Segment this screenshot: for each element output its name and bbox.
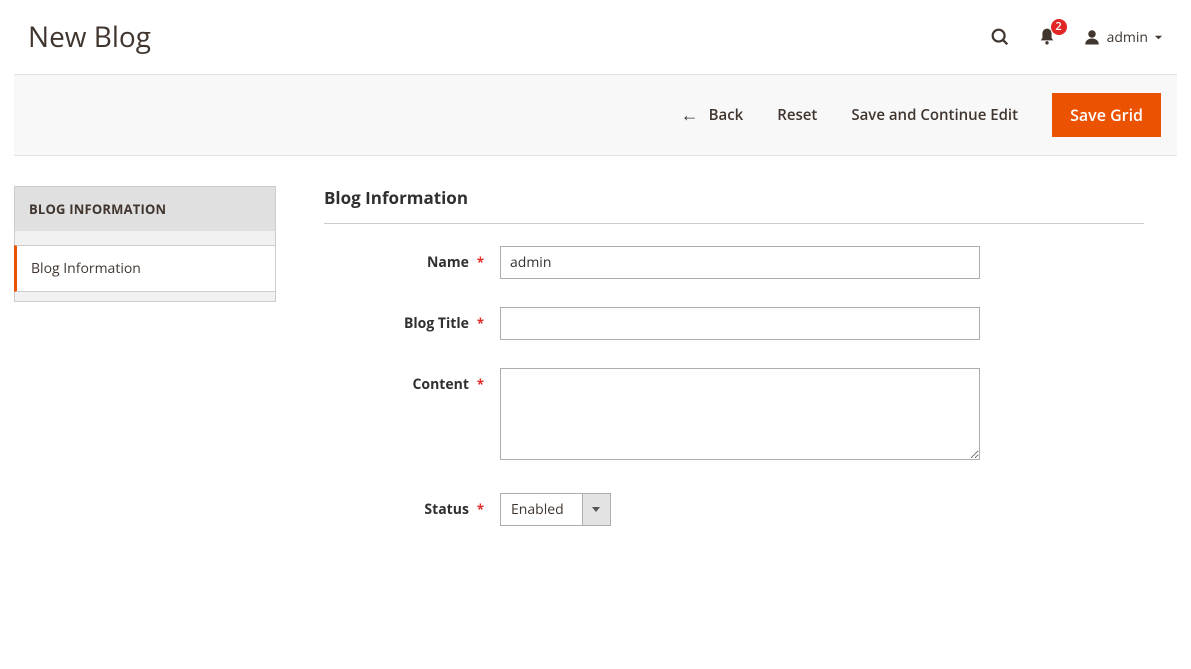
save-continue-button[interactable]: Save and Continue Edit — [851, 105, 1018, 125]
content-area: BLOG INFORMATION Blog Information Blog I… — [0, 156, 1191, 594]
side-tab-footer — [14, 292, 276, 302]
side-tab-divider — [14, 231, 276, 245]
section-title: Blog Information — [324, 186, 1144, 224]
reset-button[interactable]: Reset — [777, 105, 817, 125]
required-mark: * — [477, 375, 484, 393]
required-mark: * — [477, 314, 484, 332]
page-title: New Blog — [28, 18, 151, 56]
actions-toolbar: Back Reset Save and Continue Edit Save G… — [14, 74, 1177, 156]
chevron-down-icon — [582, 494, 610, 525]
field-row-content: Content* — [324, 368, 1144, 465]
field-row-name: Name* — [324, 246, 1144, 279]
header-tools: 2 admin — [989, 26, 1163, 48]
back-button[interactable]: Back — [681, 103, 744, 127]
side-tab-label: Blog Information — [31, 259, 141, 278]
field-label: Blog Title* — [324, 307, 484, 333]
user-icon — [1083, 28, 1101, 46]
form-panel: Blog Information Name* Blog Title* — [324, 186, 1144, 554]
side-tab-header: BLOG INFORMATION — [14, 186, 276, 231]
required-mark: * — [477, 500, 484, 518]
field-label: Status* — [324, 493, 484, 519]
status-select-value: Enabled — [501, 494, 582, 525]
notification-badge: 2 — [1051, 19, 1067, 35]
name-input[interactable] — [500, 246, 980, 279]
save-grid-button[interactable]: Save Grid — [1052, 93, 1161, 137]
field-row-blog-title: Blog Title* — [324, 307, 1144, 340]
content-textarea[interactable] — [500, 368, 980, 460]
required-mark: * — [477, 253, 484, 271]
arrow-left-icon — [681, 103, 699, 127]
status-select[interactable]: Enabled — [500, 493, 611, 526]
field-label: Content* — [324, 368, 484, 394]
search-icon[interactable] — [989, 26, 1011, 48]
user-menu[interactable]: admin — [1083, 28, 1163, 47]
field-row-status: Status* Enabled — [324, 493, 1144, 526]
page-header: New Blog 2 admin — [0, 0, 1191, 74]
side-tabs: BLOG INFORMATION Blog Information — [14, 186, 276, 302]
blog-title-input[interactable] — [500, 307, 980, 340]
chevron-down-icon — [1154, 33, 1163, 42]
field-label: Name* — [324, 246, 484, 272]
side-tab-blog-information[interactable]: Blog Information — [14, 245, 276, 292]
notifications-icon[interactable]: 2 — [1037, 27, 1057, 47]
user-label: admin — [1107, 28, 1148, 47]
